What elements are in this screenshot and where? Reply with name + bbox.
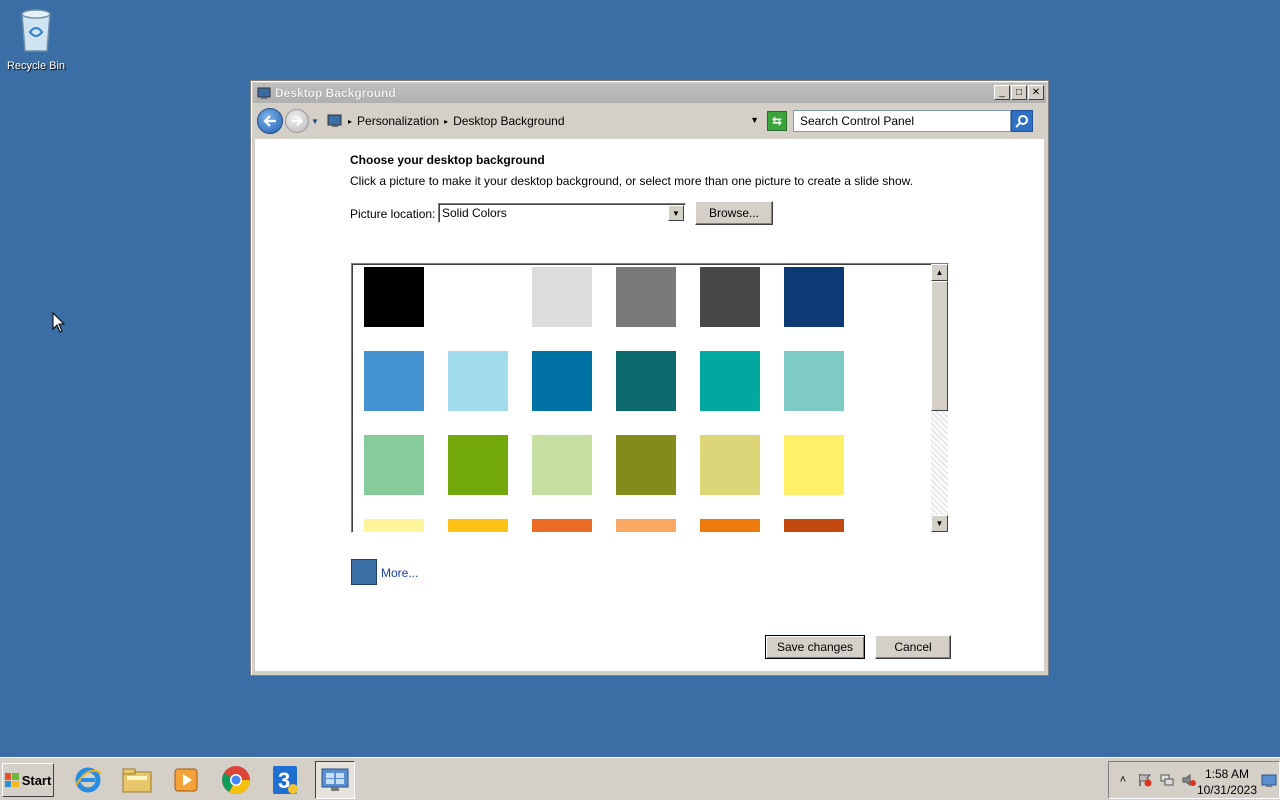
recycle-bin-icon [16,6,56,54]
recycle-bin[interactable]: Recycle Bin [4,6,68,72]
search-icon [1015,115,1028,128]
color-swatch[interactable] [364,351,424,411]
window-title: Desktop Background [275,86,396,100]
more-colors-link[interactable]: More... [381,566,418,580]
clock-date: 10/31/2023 [1196,783,1257,797]
more-color-swatch[interactable] [351,559,377,585]
control-panel-taskbar-icon[interactable] [315,761,355,799]
color-swatch-list: ▲ ▼ [351,263,949,533]
scroll-down-button[interactable]: ▼ [931,515,948,532]
picture-location-label: Picture location: [350,207,436,221]
file-explorer-icon[interactable] [117,761,157,799]
address-bar: ▼ ▸ Personalization ▸ Desktop Background… [255,107,1044,135]
main-content: Choose your desktop background Click a p… [255,139,1044,671]
media-player-icon[interactable] [166,761,206,799]
color-swatch[interactable] [532,267,592,327]
breadcrumb-separator: ▸ [444,116,449,126]
scroll-thumb[interactable] [931,281,948,411]
search-input[interactable]: Search Control Panel [793,110,1011,132]
maximize-button[interactable]: □ [1011,85,1027,100]
network-icon[interactable] [1159,772,1175,788]
color-swatch[interactable] [448,519,508,532]
minimize-icon: _ [999,86,1005,98]
page-description: Click a picture to make it your desktop … [350,174,913,188]
system-tray: ˄ 1:58 AM 10/31/2023 [1108,761,1280,799]
recycle-bin-label: Recycle Bin [6,60,66,72]
control-panel-icon [327,114,342,127]
taskbar: Start 3 ˄ 1:58 AM 10/31/2023 [0,757,1280,800]
title-bar[interactable]: Desktop Background _ □ ✕ [253,83,1046,103]
color-swatch[interactable] [616,351,676,411]
breadcrumb-personalization[interactable]: Personalization [357,114,439,128]
clock[interactable]: 1:58 AM 10/31/2023 [1197,766,1257,798]
color-swatch[interactable] [784,435,844,495]
color-swatch[interactable] [532,519,592,532]
maximize-icon: □ [1015,86,1023,98]
color-swatch[interactable] [784,267,844,327]
color-swatch[interactable] [700,519,760,532]
color-swatch[interactable] [532,435,592,495]
recent-pages-dropdown[interactable]: ▼ [311,117,321,126]
action-center-icon[interactable] [1137,772,1153,788]
color-swatch[interactable] [364,435,424,495]
color-swatch[interactable] [532,351,592,411]
mouse-cursor-icon [52,311,66,337]
show-hidden-icons-icon[interactable]: ˄ [1115,772,1131,788]
search-button[interactable] [1011,110,1033,132]
color-swatch[interactable] [448,267,508,327]
color-swatch[interactable] [448,435,508,495]
page-title: Choose your desktop background [350,153,545,167]
picture-location-value: Solid Colors [442,206,507,220]
volume-muted-icon[interactable] [1181,772,1197,788]
save-changes-button[interactable]: Save changes [765,635,865,659]
internet-explorer-icon[interactable] [68,761,108,799]
cancel-button[interactable]: Cancel [875,635,951,659]
back-button[interactable] [257,108,283,134]
close-button[interactable]: ✕ [1028,85,1044,100]
color-swatch[interactable] [448,351,508,411]
vertical-scrollbar[interactable]: ▲ ▼ [931,264,948,532]
picture-location-select[interactable]: Solid Colors ▼ [438,203,686,223]
color-swatch[interactable] [364,267,424,327]
refresh-icon: ⇆ [771,114,783,128]
app-3-icon[interactable]: 3 [266,761,306,799]
forward-button[interactable] [285,109,309,133]
close-icon: ✕ [1031,86,1041,98]
browse-button[interactable]: Browse... [695,201,773,225]
breadcrumb-desktop-background[interactable]: Desktop Background [453,114,564,128]
clock-time: 1:58 AM [1204,767,1249,781]
start-label: Start [21,772,52,788]
color-swatch[interactable] [700,351,760,411]
show-desktop-icon[interactable] [1261,773,1277,789]
color-swatch[interactable] [784,351,844,411]
color-swatch[interactable] [700,267,760,327]
chrome-icon[interactable] [216,761,256,799]
address-dropdown-icon[interactable]: ▼ [750,115,759,125]
back-arrow-icon [263,115,276,127]
color-swatch[interactable] [616,519,676,532]
windows-logo-icon [4,773,19,787]
color-swatch[interactable] [616,267,676,327]
color-swatch[interactable] [784,519,844,532]
minimize-button[interactable]: _ [994,85,1010,100]
forward-arrow-icon [292,116,303,126]
breadcrumb-separator: ▸ [348,116,353,126]
color-swatch[interactable] [700,435,760,495]
color-swatch[interactable] [616,435,676,495]
refresh-button[interactable]: ⇆ [767,111,787,131]
chevron-down-icon[interactable]: ▼ [668,205,684,221]
scroll-up-button[interactable]: ▲ [931,264,948,281]
desktop-background-window: Desktop Background _ □ ✕ ▼ ▸ Personaliza… [250,80,1049,676]
color-swatch[interactable] [364,519,424,532]
start-button[interactable]: Start [2,763,54,797]
address-field[interactable]: ▸ Personalization ▸ Desktop Background ▼ [327,110,763,132]
control-panel-icon [257,86,271,100]
